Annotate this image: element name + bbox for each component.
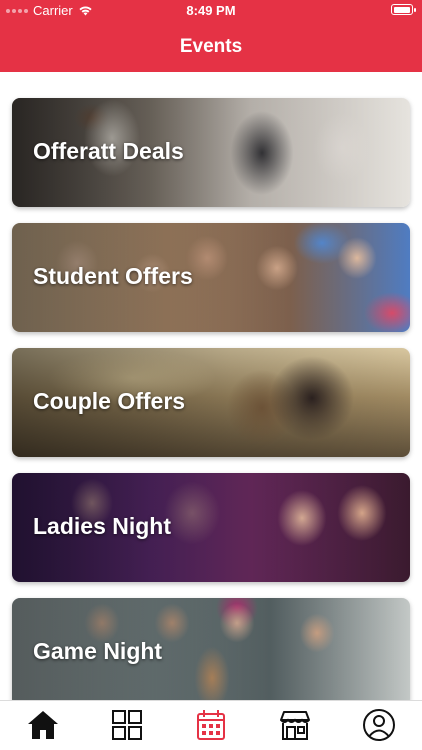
status-time: 8:49 PM (186, 3, 236, 18)
tab-profile[interactable] (361, 708, 397, 742)
event-card-label: Ladies Night (33, 513, 172, 539)
tab-home[interactable] (25, 708, 61, 742)
battery-icon (391, 4, 416, 15)
tab-bar (0, 700, 422, 750)
page-title: Events (179, 36, 243, 57)
event-card-couple-offers[interactable]: Couple Offers (12, 348, 410, 457)
event-card-label: Offeratt Deals (33, 138, 184, 164)
event-card-ladies-night[interactable]: Ladies Night (12, 473, 410, 582)
calendar-icon (197, 710, 225, 740)
event-card-label: Couple Offers (33, 388, 186, 414)
event-card-label: Student Offers (33, 263, 193, 289)
profile-icon (363, 709, 395, 741)
event-card-offeratt-deals[interactable]: Offeratt Deals (12, 98, 410, 207)
status-bar: Carrier 8:49 PM (0, 0, 422, 22)
tab-stores[interactable] (277, 708, 313, 742)
grid-icon (112, 710, 142, 740)
event-card-label: Game Night (33, 638, 163, 664)
app-header: Carrier 8:49 PM Events (0, 0, 422, 72)
store-icon (280, 711, 310, 740)
tab-categories[interactable] (109, 708, 145, 742)
event-card-student-offers[interactable]: Student Offers (12, 223, 410, 332)
tab-events[interactable] (193, 708, 229, 742)
event-card-game-night[interactable]: Game Night (12, 598, 410, 707)
home-icon (28, 711, 58, 739)
